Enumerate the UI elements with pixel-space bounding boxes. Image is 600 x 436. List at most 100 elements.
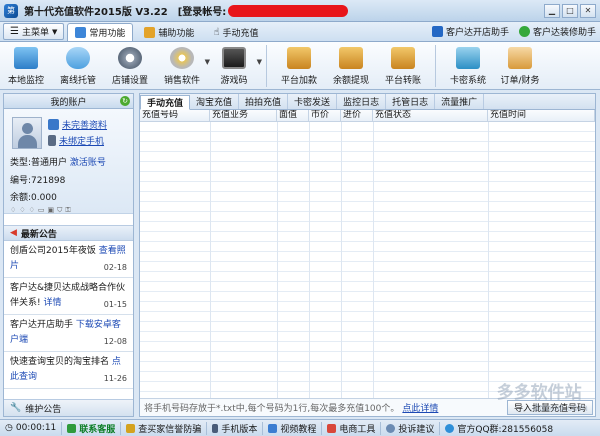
refresh-icon[interactable]: ↻: [120, 96, 130, 106]
withdraw-balance-button[interactable]: 余额提现: [325, 42, 377, 90]
login-account-label: [登录帐号:: [177, 7, 227, 18]
button-label: 游戏码: [220, 76, 248, 86]
content-subtabs: 手动充值 淘宝充值 拍拍充值 卡密发送 监控日志 托管日志 流量推广: [140, 94, 595, 110]
column-header-time[interactable]: 充值时间: [488, 110, 595, 121]
button-label: 订单/财务: [500, 76, 540, 86]
column-header-service[interactable]: 充值业务: [210, 110, 277, 121]
maintenance-label: 维护公告: [25, 404, 62, 415]
check-buyer-credit-button[interactable]: 查买家信誉防骗: [121, 421, 208, 435]
id-card-icon: ▣: [47, 206, 55, 214]
shop-settings-button[interactable]: 店铺设置: [104, 42, 156, 90]
import-hint: 将手机号码存放于*.txt中,每个号码为1行,每次最多充值100个。: [144, 404, 400, 414]
card-icon: [456, 47, 480, 69]
card-icon: ▭: [37, 206, 45, 214]
cart-icon: [508, 47, 532, 69]
cloud-icon: [66, 47, 90, 69]
status-item-label: 查买家信誉防骗: [138, 424, 202, 435]
gear-icon: [118, 47, 142, 69]
tab-common-functions[interactable]: 常用功能: [67, 23, 134, 41]
tools-icon: [327, 423, 337, 433]
maintenance-notice-button[interactable]: 🔧 维护公告: [4, 399, 133, 416]
button-label: 离线托管: [59, 76, 96, 86]
link-label: 客户达装修助手: [532, 28, 596, 38]
column-divider: [309, 122, 310, 399]
shop-assistant-link[interactable]: 客户达开店助手: [431, 25, 509, 38]
chevron-down-icon: ▼: [51, 27, 58, 36]
column-divider: [277, 122, 278, 399]
decoration-assistant-link[interactable]: 客户达装修助手: [518, 25, 596, 38]
decoration-icon: [518, 26, 530, 37]
button-label: 平台加款: [280, 76, 317, 86]
function-tab-bar: ☰ 主菜单 ▼ 常用功能 辅助功能 ☝ 手动充值 客户达开店助手 客户达装修助手: [0, 22, 600, 42]
subtab-monitor-log[interactable]: 监控日志: [337, 94, 387, 109]
profile-icon: [48, 119, 59, 130]
main-menu-button[interactable]: ☰ 主菜单 ▼: [3, 23, 65, 40]
news-link[interactable]: 详情: [43, 298, 61, 308]
ribbon-separator: [435, 45, 436, 87]
diamond-icon: ♢: [28, 206, 35, 214]
disc-icon: [170, 47, 194, 69]
game-code-button[interactable]: 游戏码 ▼: [208, 42, 262, 90]
orders-finance-button[interactable]: 订单/财务: [494, 42, 546, 90]
table-header: 充值号码 充值业务 面值 市价 进价 充值状态 充值时间: [140, 110, 595, 122]
subtab-traffic-promotion[interactable]: 流量推广: [435, 94, 485, 109]
official-qq-group[interactable]: 官方QQ群:281556058: [440, 422, 558, 435]
column-header-face-value[interactable]: 面值: [277, 110, 309, 121]
news-text: 快速查询宝贝的淘宝排名: [10, 357, 110, 367]
activate-account-link[interactable]: 激活账号: [70, 158, 106, 168]
main-menu-label: 主菜单: [21, 28, 49, 38]
main-content: 手动充值 淘宝充值 拍拍充值 卡密发送 监控日志 托管日志 流量推广 充值号码 …: [139, 93, 596, 417]
column-divider: [210, 122, 211, 399]
mobile-version-button[interactable]: 手机版本: [207, 421, 264, 435]
column-header-cost-price[interactable]: 进价: [341, 110, 373, 121]
button-label: 销售软件: [163, 76, 200, 86]
status-bar: ◷ 00:00:11 联系客服 查买家信誉防骗 手机版本 视频教程 电商工具 投…: [0, 419, 600, 436]
column-header-number[interactable]: 充值号码: [140, 110, 210, 121]
subtab-card-send[interactable]: 卡密发送: [288, 94, 338, 109]
account-info: 未完善资料 未绑定手机 类型:普通用户 激活账号 编号:721898 余额:0.…: [4, 109, 133, 214]
window-controls: ▁ □ ✕: [544, 3, 596, 18]
monitor-icon: [14, 47, 38, 69]
column-header-status[interactable]: 充值状态: [373, 110, 488, 121]
column-divider: [341, 122, 342, 399]
platform-transfer-button[interactable]: 平台转账: [377, 42, 429, 90]
subtab-paipai-recharge[interactable]: 拍拍充值: [239, 94, 289, 109]
subtab-taobao-recharge[interactable]: 淘宝充值: [190, 94, 240, 109]
news-item[interactable]: 客户达&捷贝达成战略合作伙伴关系! 详情 01-15: [4, 278, 133, 315]
shield-icon: ⛉: [57, 206, 63, 214]
minimize-icon[interactable]: ▁: [544, 3, 560, 18]
link-label: 客户达开店助手: [445, 28, 509, 38]
news-header-label: 最新公告: [20, 229, 57, 240]
link-label: 未绑定手机: [59, 137, 105, 147]
news-item[interactable]: 创盾公司2015年夜饭 查看照片 02-18: [4, 241, 133, 278]
subtab-hosting-log[interactable]: 托管日志: [386, 94, 436, 109]
contact-support-button[interactable]: 联系客服: [62, 421, 122, 435]
feedback-button[interactable]: 投诉建议: [381, 421, 441, 435]
details-link[interactable]: 点此详情: [402, 401, 438, 414]
offline-hosting-button[interactable]: 离线托管: [52, 42, 104, 90]
complete-profile-link[interactable]: 未完善资料: [48, 118, 107, 131]
sell-software-button[interactable]: 销售软件 ▼: [156, 42, 210, 90]
card-system-button[interactable]: 卡密系统: [442, 42, 494, 90]
close-icon[interactable]: ✕: [580, 3, 596, 18]
tab-manual-recharge[interactable]: ☝ 手动充值: [205, 23, 266, 41]
recharge-table-body[interactable]: [140, 122, 595, 399]
news-text: 客户达开店助手: [10, 320, 74, 330]
chevron-down-icon[interactable]: ▼: [257, 58, 262, 66]
subtab-manual-recharge[interactable]: 手动充值: [140, 95, 191, 110]
session-timer: ◷ 00:00:11: [0, 421, 63, 435]
maximize-icon[interactable]: □: [562, 3, 578, 18]
qq-icon: [445, 423, 455, 433]
local-monitor-button[interactable]: 本地监控: [0, 42, 52, 90]
news-header: ◀ 最新公告: [4, 225, 133, 241]
ecommerce-tools-button[interactable]: 电商工具: [322, 421, 382, 435]
clock-icon: ◷: [5, 423, 13, 433]
video-tutorial-button[interactable]: 视频教程: [263, 421, 323, 435]
tab-auxiliary-functions[interactable]: 辅助功能: [136, 23, 202, 41]
platform-deposit-button[interactable]: 平台加款: [273, 42, 325, 90]
news-item[interactable]: 客户达开店助手 下载安卓客户端 12-08: [4, 315, 133, 352]
news-item[interactable]: 快速查询宝贝的淘宝排名 点此查询 11-26: [4, 352, 133, 389]
status-item-label: 手机版本: [221, 424, 258, 435]
bind-phone-link[interactable]: 未绑定手机: [48, 134, 104, 147]
column-header-market-price[interactable]: 市价: [309, 110, 341, 121]
